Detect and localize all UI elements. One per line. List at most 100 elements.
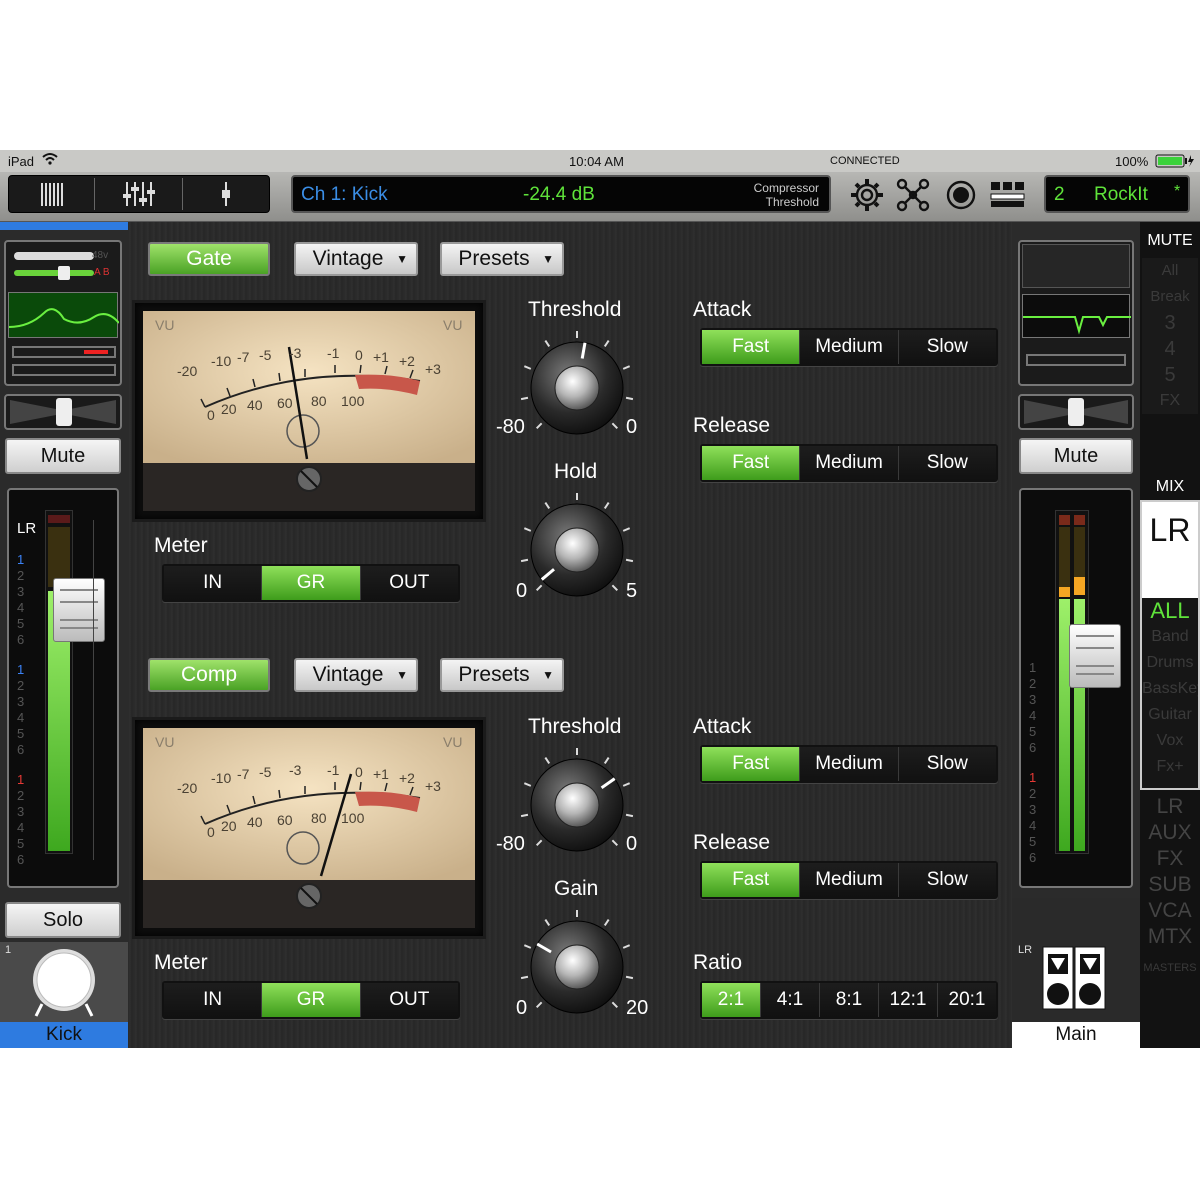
gate-vu-meter: VU VU -20 -10 -7 -5 -3 -1 0 +1 +2 +3 0 2… (132, 300, 486, 522)
ratio-20-1-button[interactable]: 20:1 (938, 983, 996, 1017)
release-fast-button[interactable]: Fast (702, 446, 801, 480)
current-mix[interactable]: LR (1142, 512, 1198, 549)
comp-model-dropdown[interactable]: Vintage ▼ (294, 658, 418, 692)
channel-view-button[interactable] (95, 178, 183, 210)
master-overview[interactable] (1018, 240, 1134, 386)
speaker-icon (1042, 946, 1106, 1015)
snapshot-number: 2 (1054, 184, 1065, 205)
view-vox[interactable]: Vox (1142, 728, 1198, 754)
bus-aux[interactable]: AUX (1140, 820, 1200, 846)
master-balance[interactable] (1018, 394, 1134, 430)
group-num: 2 (17, 678, 25, 693)
release-medium-button[interactable]: Medium (800, 446, 899, 480)
group-num: 3 (17, 804, 25, 819)
attack-slow-button[interactable]: Slow (898, 747, 996, 781)
pan-control[interactable] (4, 394, 122, 430)
meter-gr-button[interactable]: GR (262, 983, 361, 1017)
group-num: 3 (1029, 802, 1037, 817)
release-slow-button[interactable]: Slow (898, 446, 996, 480)
group-num: 2 (1029, 676, 1037, 691)
mute-group-break[interactable]: Break (1142, 284, 1198, 310)
comp-gain-knob[interactable] (512, 905, 642, 1045)
meter-gr-button[interactable]: GR (262, 566, 361, 600)
view-fx-plus[interactable]: Fx+ (1142, 754, 1198, 780)
master-name[interactable]: Main (1012, 1022, 1140, 1048)
bus-vca[interactable]: VCA (1140, 898, 1200, 924)
vu-label-left: VU (155, 317, 175, 333)
group-num: 4 (17, 600, 25, 615)
gate-presets-dropdown[interactable]: Presets ▼ (440, 242, 564, 276)
record-icon[interactable] (942, 176, 980, 219)
pan-slider[interactable] (14, 270, 94, 276)
meter-in-button[interactable]: IN (164, 566, 263, 600)
bus-mtx[interactable]: MTX (1140, 924, 1200, 950)
mute-group-4[interactable]: 4 (1142, 336, 1198, 362)
gate-hold-knob[interactable] (512, 488, 642, 628)
view-all[interactable]: ALL (1142, 598, 1198, 624)
channel-overview[interactable]: 48v A B (4, 240, 122, 386)
master-fader[interactable] (1069, 624, 1121, 688)
view-band[interactable]: Band (1142, 624, 1198, 650)
meter-in-button[interactable]: IN (164, 983, 263, 1017)
vu-tick-label: +2 (399, 770, 415, 786)
attack-fast-button[interactable]: Fast (702, 330, 801, 364)
release-fast-button[interactable]: Fast (702, 863, 801, 897)
meter-out-button[interactable]: OUT (360, 566, 458, 600)
view-basskeys[interactable]: BassKeys (1142, 676, 1198, 702)
gate-enable-button[interactable]: Gate (148, 242, 270, 276)
mute-group-3[interactable]: 3 (1142, 310, 1198, 336)
release-medium-button[interactable]: Medium (800, 863, 899, 897)
comp-threshold-knob[interactable] (512, 743, 642, 883)
view-drums[interactable]: Drums (1142, 650, 1198, 676)
solo-button[interactable]: Solo (5, 902, 121, 938)
ratio-12-1-button[interactable]: 12:1 (879, 983, 938, 1017)
mute-button[interactable]: Mute (5, 438, 121, 474)
routing-icon[interactable] (894, 176, 932, 219)
fader-view-button[interactable] (183, 178, 269, 210)
ratio-2-1-button[interactable]: 2:1 (702, 983, 761, 1017)
master-mute-button[interactable]: Mute (1019, 438, 1133, 474)
masters-label[interactable]: MASTERS (1140, 962, 1200, 974)
attack-medium-button[interactable]: Medium (800, 330, 899, 364)
vu-tick-label: -10 (211, 353, 232, 369)
gate-model-dropdown[interactable]: Vintage ▼ (294, 242, 418, 276)
gate-threshold-knob[interactable] (512, 326, 642, 466)
master-icon-area[interactable]: LR (1012, 898, 1140, 1022)
channel-icon-area[interactable]: 1 Kick (0, 942, 128, 1048)
mixer-view-button[interactable] (9, 178, 95, 210)
meter-out-button[interactable]: OUT (360, 983, 458, 1017)
mute-group-fx[interactable]: FX (1142, 388, 1198, 414)
vu-tick-label: 80 (311, 810, 327, 826)
bus-sub[interactable]: SUB (1140, 872, 1200, 898)
pan-handle[interactable] (56, 398, 72, 426)
ratio-8-1-button[interactable]: 8:1 (820, 983, 879, 1017)
comp-presets-dropdown[interactable]: Presets ▼ (440, 658, 564, 692)
mix-title: MIX (1155, 478, 1185, 495)
vu-tick-label: 0 (207, 407, 215, 423)
attack-medium-button[interactable]: Medium (800, 747, 899, 781)
ratio-4-1-button[interactable]: 4:1 (761, 983, 820, 1017)
comp-enable-button[interactable]: Comp (148, 658, 270, 692)
gear-icon[interactable] (848, 176, 886, 219)
bus-fx[interactable]: FX (1140, 846, 1200, 872)
attack-fast-button[interactable]: Fast (702, 747, 801, 781)
gain-slider[interactable] (14, 252, 94, 260)
bus-lr[interactable]: LR (1140, 794, 1200, 820)
group-num: 5 (17, 726, 25, 741)
release-slow-button[interactable]: Slow (898, 863, 996, 897)
snapshot-display[interactable]: 2 RockIt * (1044, 175, 1190, 213)
attack-slow-button[interactable]: Slow (898, 330, 996, 364)
comp-ratio-selector: 2:1 4:1 8:1 12:1 20:1 (700, 981, 998, 1019)
vu-label-right: VU (443, 317, 463, 333)
mute-groups-title: MUTE (1147, 232, 1193, 249)
mute-group-all[interactable]: All (1142, 258, 1198, 284)
screens-icon[interactable] (990, 180, 1026, 215)
vu-label-left: VU (155, 734, 175, 750)
channel-name[interactable]: Kick (0, 1022, 128, 1048)
view-guitar[interactable]: Guitar (1142, 702, 1198, 728)
balance-handle[interactable] (1068, 398, 1084, 426)
comp-attack-selector: Fast Medium Slow (700, 745, 998, 783)
mute-group-5[interactable]: 5 (1142, 362, 1198, 388)
bus-type-list: LR AUX FX SUB VCA MTX (1140, 794, 1200, 950)
master-fader-area: 123456 123456 (1019, 488, 1133, 888)
